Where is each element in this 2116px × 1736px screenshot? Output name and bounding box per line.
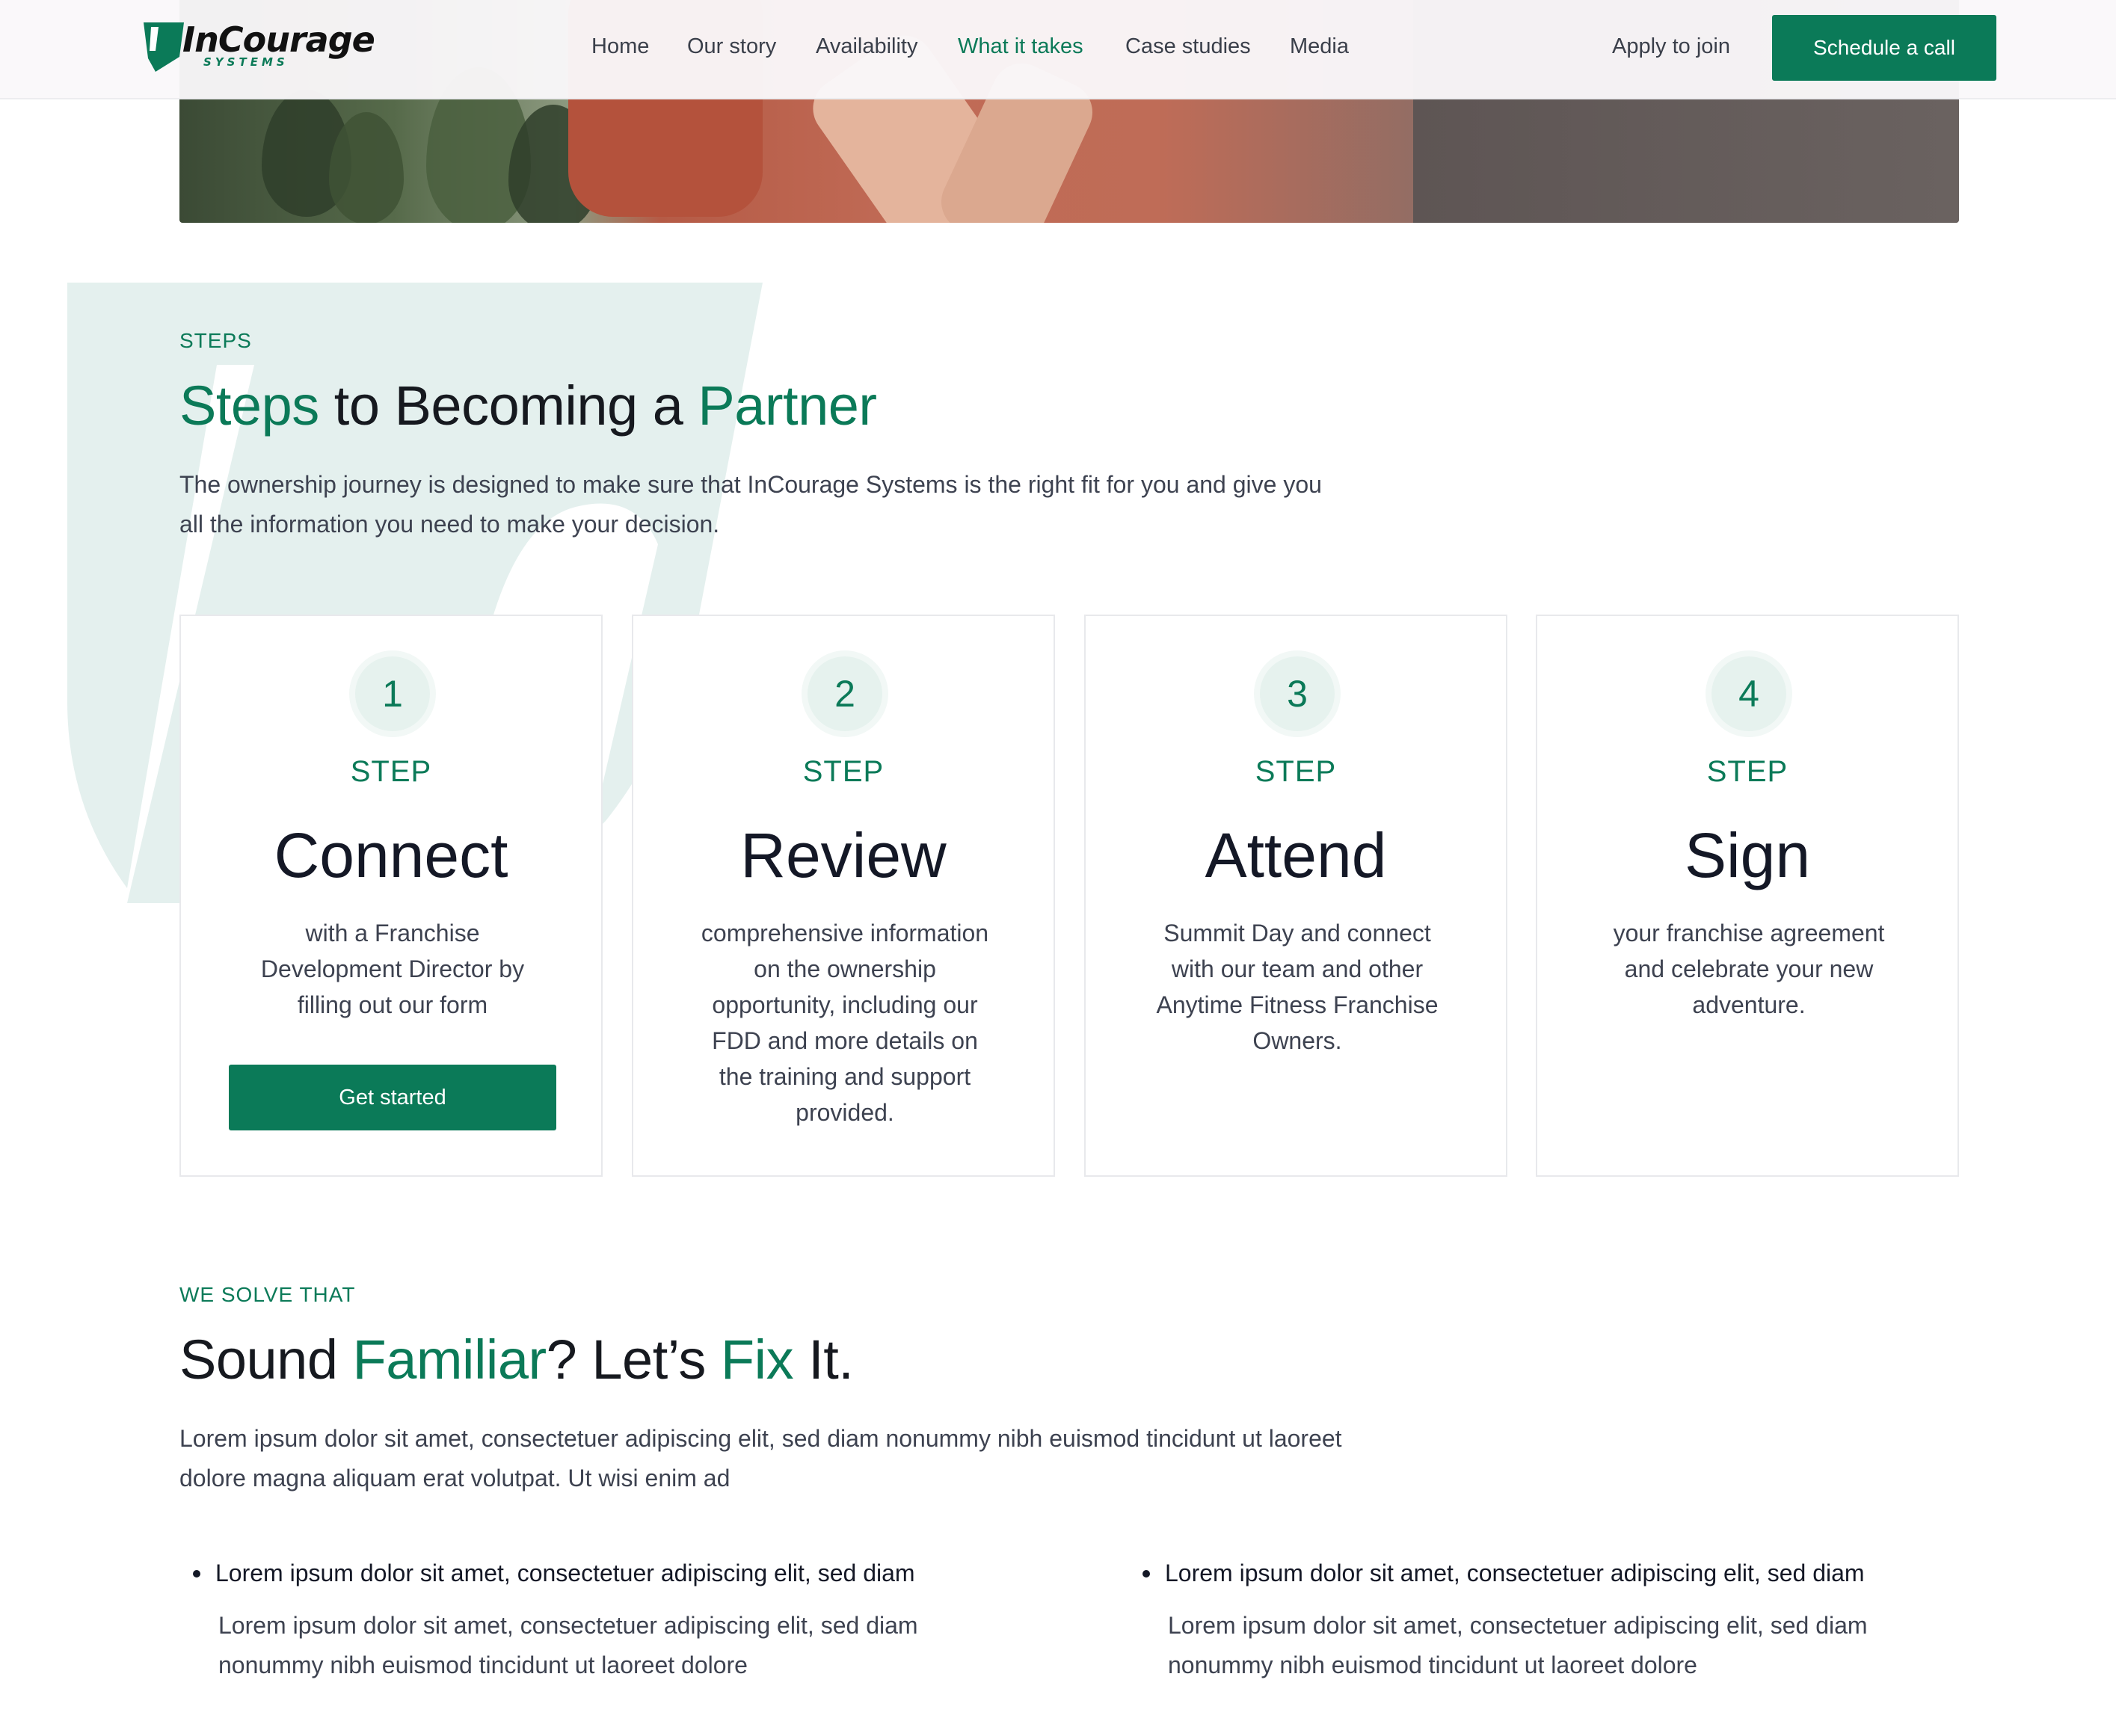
step-number: 1: [355, 656, 430, 731]
heading-accent: Familiar: [352, 1329, 547, 1391]
step-title: Review: [740, 820, 947, 890]
heading-text: ? Let’s: [546, 1329, 721, 1391]
solve-lead: Lorem ipsum dolor sit amet, consectetuer…: [179, 1425, 1342, 1492]
logo-wordmark: InCourage: [182, 19, 375, 60]
heading-accent: Steps: [179, 375, 319, 437]
bullet-item: Lorem ipsum dolor sit amet, consectetuer…: [179, 1555, 1002, 1685]
solve-eyebrow: WE SOLVE THAT: [179, 1283, 356, 1306]
logo[interactable]: InCourage SYSTEMS: [141, 19, 375, 76]
step-description: your franchise agreement and celebrate y…: [1613, 920, 1885, 1018]
bullet-heading-text: Lorem ipsum dolor sit amet, consectetuer…: [215, 1560, 915, 1586]
steps-cards: 1 STEP Connect with a Franchise Developm…: [179, 615, 1959, 1177]
logo-shield-icon: [144, 22, 184, 72]
nav-our-story[interactable]: Our story: [687, 34, 776, 59]
steps-heading: Steps to Becoming a Partner: [179, 374, 877, 437]
step-title: Sign: [1684, 820, 1811, 890]
step-card-attend: 3 STEP Attend Summit Day and connect wit…: [1084, 615, 1507, 1177]
nav-home[interactable]: Home: [591, 34, 649, 59]
nav-media[interactable]: Media: [1290, 34, 1349, 59]
solve-heading: Sound Familiar? Let’s Fix It.: [179, 1328, 854, 1391]
heading-text: Sound: [179, 1329, 353, 1391]
step-number: 2: [808, 656, 882, 731]
nav-what-it-takes[interactable]: What it takes: [958, 34, 1083, 59]
step-description: comprehensive information on the ownersh…: [701, 920, 989, 1126]
bullet-body: Lorem ipsum dolor sit amet, consectetuer…: [218, 1612, 918, 1678]
heading-accent: Partner: [698, 375, 877, 437]
get-started-button[interactable]: Get started: [229, 1065, 556, 1130]
bullet-dot-icon: [193, 1570, 200, 1578]
apply-to-join-link[interactable]: Apply to join: [1612, 34, 1730, 59]
bullet-heading-text: Lorem ipsum dolor sit amet, consectetuer…: [1165, 1560, 1865, 1586]
step-label: STEP: [802, 755, 885, 788]
step-title: Connect: [274, 820, 508, 890]
bullet-heading: Lorem ipsum dolor sit amet, consectetuer…: [179, 1555, 1002, 1591]
step-description: with a Franchise Development Director by…: [260, 920, 525, 1018]
bullet-heading: Lorem ipsum dolor sit amet, consectetuer…: [1129, 1555, 1952, 1591]
step-number: 4: [1711, 656, 1786, 731]
step-label: STEP: [1255, 755, 1337, 788]
site-header: InCourage SYSTEMS Home Our story Availab…: [0, 0, 2116, 99]
step-title: Attend: [1205, 820, 1387, 890]
step-card-review: 2 STEP Review comprehensive information …: [632, 615, 1055, 1177]
step-card-connect: 1 STEP Connect with a Franchise Developm…: [179, 615, 603, 1177]
steps-eyebrow: STEPS: [179, 329, 252, 352]
schedule-call-button[interactable]: Schedule a call: [1772, 15, 1996, 81]
logo-subtitle: SYSTEMS: [203, 55, 289, 69]
nav-availability[interactable]: Availability: [816, 34, 917, 59]
bullet-dot-icon: [1142, 1570, 1150, 1578]
nav-case-studies[interactable]: Case studies: [1125, 34, 1251, 59]
heading-text: It.: [793, 1329, 854, 1391]
bullet-item: Lorem ipsum dolor sit amet, consectetuer…: [1129, 1555, 1952, 1685]
bullet-body: Lorem ipsum dolor sit amet, consectetuer…: [1168, 1612, 1868, 1678]
heading-text: to Becoming a: [319, 375, 698, 437]
step-label: STEP: [1706, 755, 1789, 788]
heading-accent: Fix: [720, 1329, 794, 1391]
steps-lead: The ownership journey is designed to mak…: [179, 471, 1322, 538]
step-card-sign: 4 STEP Sign your franchise agreement and…: [1536, 615, 1959, 1177]
step-number: 3: [1260, 656, 1335, 731]
step-description: Summit Day and connect with our team and…: [1156, 920, 1439, 1054]
step-label: STEP: [350, 755, 432, 788]
